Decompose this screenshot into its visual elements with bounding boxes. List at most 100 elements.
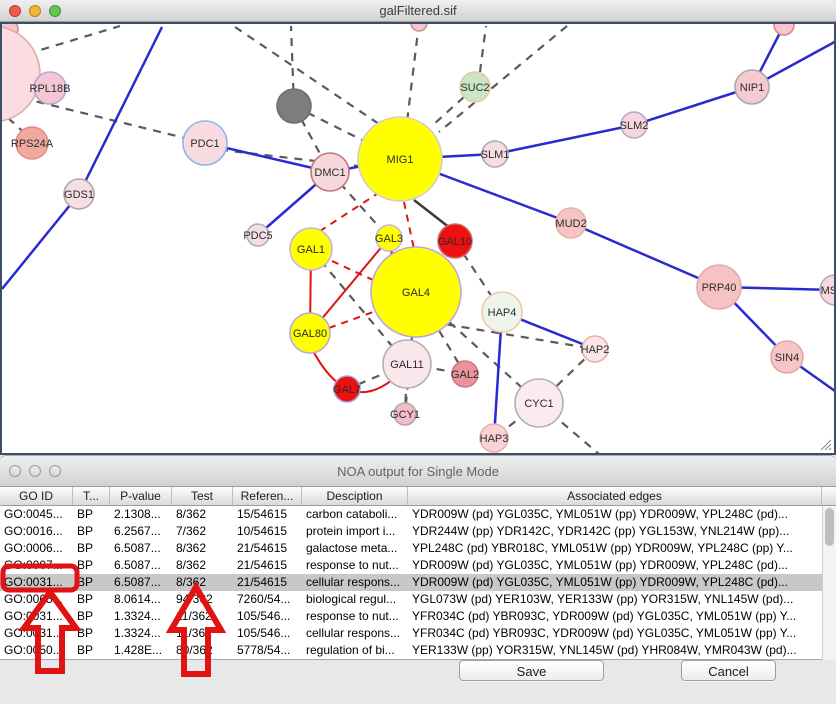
zoom-button[interactable] bbox=[49, 465, 61, 477]
table-row[interactable]: GO:0031...BP1.3324...11/362105/546...res… bbox=[0, 608, 822, 625]
table-row[interactable]: GO:0065...BP8.0614...94/3627260/54...bio… bbox=[0, 591, 822, 608]
table-row[interactable]: GO:0031...BP6.5087...8/36221/54615cellul… bbox=[0, 574, 822, 591]
cancel-button[interactable]: Cancel bbox=[681, 660, 776, 681]
minimize-button[interactable] bbox=[29, 5, 41, 17]
table-cell: GO:0007... bbox=[0, 557, 73, 574]
table-cell: YER133W (pp) YOR315W, YNL145W (pd) YHR08… bbox=[408, 642, 822, 659]
table-cell: 8/362 bbox=[172, 574, 233, 591]
window-title: galFiltered.sif bbox=[379, 3, 456, 18]
table-cell: 105/546... bbox=[233, 608, 302, 625]
network-edge-blue[interactable] bbox=[495, 125, 634, 154]
table-cell: carbon cataboli... bbox=[302, 506, 408, 523]
column-header-t---[interactable]: T... bbox=[73, 487, 110, 505]
table-cell: GO:0031... bbox=[0, 625, 73, 642]
network-edge-blue[interactable] bbox=[634, 87, 752, 125]
network-edge-dash[interactable] bbox=[480, 26, 486, 72]
network-node-big-left[interactable] bbox=[2, 26, 40, 122]
table-cell: BP bbox=[73, 591, 110, 608]
column-header-p-value[interactable]: P-value bbox=[110, 487, 172, 505]
close-button[interactable] bbox=[9, 465, 21, 477]
table-cell: BP bbox=[73, 523, 110, 540]
network-node-gray-node[interactable] bbox=[277, 89, 311, 123]
table-cell: response to nut... bbox=[302, 608, 408, 625]
table-cell: 21/54615 bbox=[233, 574, 302, 591]
network-graph: RPL18BRPS24AGDS1PDC1DMC1MIG1PDC5GAL1GAL3… bbox=[2, 24, 834, 453]
network-node-label-MIG1: MIG1 bbox=[387, 154, 414, 166]
table-cell: 80/362 bbox=[172, 642, 233, 659]
network-node-label-DMC1: DMC1 bbox=[314, 167, 345, 179]
table-cell: 6.5087... bbox=[110, 574, 172, 591]
table-cell: galactose meta... bbox=[302, 540, 408, 557]
table-cell: YPL248C (pd) YBR018C, YML051W (pp) YDR00… bbox=[408, 540, 822, 557]
table-cell: 8/362 bbox=[172, 557, 233, 574]
table-cell: 21/54615 bbox=[233, 557, 302, 574]
table-row[interactable]: GO:0007...BP6.5087...8/36221/54615respon… bbox=[0, 557, 822, 574]
network-canvas[interactable]: RPL18BRPS24AGDS1PDC1DMC1MIG1PDC5GAL1GAL3… bbox=[0, 22, 836, 455]
table-cell: BP bbox=[73, 540, 110, 557]
table-cell: YDR009W (pd) YGL035C, YML051W (pp) YDR00… bbox=[408, 557, 822, 574]
network-node-label-HAP2: HAP2 bbox=[581, 344, 610, 356]
table-cell: YDR244W (pp) YDR142C, YDR142C (pp) YGL15… bbox=[408, 523, 822, 540]
table-cell: 8/362 bbox=[172, 506, 233, 523]
network-edge-blue[interactable] bbox=[79, 27, 162, 194]
network-node-cut-b[interactable] bbox=[774, 24, 794, 35]
column-header-referen---[interactable]: Referen... bbox=[233, 487, 302, 505]
minimize-button[interactable] bbox=[29, 465, 41, 477]
network-window-titlebar[interactable]: galFiltered.sif bbox=[0, 0, 836, 22]
table-cell: 105/546... bbox=[233, 625, 302, 642]
network-node-label-PDC5: PDC5 bbox=[243, 230, 272, 242]
close-button[interactable] bbox=[9, 5, 21, 17]
network-edge-black[interactable] bbox=[414, 200, 450, 228]
network-edge-reddash[interactable] bbox=[404, 202, 414, 249]
network-node-label-GAL1: GAL1 bbox=[297, 244, 325, 256]
table-cell: 5778/54... bbox=[233, 642, 302, 659]
noa-window-titlebar[interactable]: NOA output for Single Mode bbox=[0, 455, 836, 487]
network-node-label-MSL1: MSL1 bbox=[821, 285, 834, 297]
network-edge-blue[interactable] bbox=[2, 194, 79, 289]
table-cell: 1.428E... bbox=[110, 642, 172, 659]
table-cell: 1.3324... bbox=[110, 608, 172, 625]
network-node-label-GCY1: GCY1 bbox=[390, 409, 420, 421]
network-edge-dash[interactable] bbox=[407, 24, 419, 122]
network-node-label-RPL18B: RPL18B bbox=[30, 83, 71, 95]
table-cell: YDR009W (pd) YGL035C, YML051W (pp) YDR00… bbox=[408, 574, 822, 591]
column-header-desciption[interactable]: Desciption bbox=[302, 487, 408, 505]
table-row[interactable]: GO:0016...BP6.2567...7/36210/54615protei… bbox=[0, 523, 822, 540]
network-node-label-SLM2: SLM2 bbox=[620, 120, 649, 132]
save-button[interactable]: Save bbox=[459, 660, 604, 681]
table-cell: BP bbox=[73, 608, 110, 625]
table-cell: YFR034C (pd) YBR093C, YDR009W (pd) YGL03… bbox=[408, 625, 822, 642]
column-header-test[interactable]: Test bbox=[172, 487, 233, 505]
table-row[interactable]: GO:0045...BP2.1308...8/36215/54615carbon… bbox=[0, 506, 822, 523]
network-node-label-HAP3: HAP3 bbox=[480, 433, 509, 445]
zoom-button[interactable] bbox=[49, 5, 61, 17]
network-node-label-GAL4: GAL4 bbox=[402, 287, 430, 299]
network-edge-dash[interactable] bbox=[27, 26, 120, 54]
network-node-label-SUC2: SUC2 bbox=[460, 82, 489, 94]
network-node-label-GAL10: GAL10 bbox=[438, 236, 472, 248]
table-cell: GO:0016... bbox=[0, 523, 73, 540]
network-edge-dash[interactable] bbox=[439, 26, 567, 132]
table-cell: 94/362 bbox=[172, 591, 233, 608]
table-cell: 6.5087... bbox=[110, 557, 172, 574]
network-node-label-GAL80: GAL80 bbox=[293, 328, 327, 340]
column-header-go-id[interactable]: GO ID bbox=[0, 487, 73, 505]
scrollbar-thumb[interactable] bbox=[825, 508, 834, 546]
table-cell: BP bbox=[73, 506, 110, 523]
column-header-associated-edges[interactable]: Associated edges bbox=[408, 487, 822, 505]
table-cell: YFR034C (pd) YBR093C, YDR009W (pd) YGL03… bbox=[408, 608, 822, 625]
table-row[interactable]: GO:0031...BP1.3324...11/362105/546...cel… bbox=[0, 625, 822, 642]
table-row[interactable]: GO:0050...BP1.428E...80/3625778/54...reg… bbox=[0, 642, 822, 659]
table-row[interactable]: GO:0006...BP6.5087...8/36221/54615galact… bbox=[0, 540, 822, 557]
network-edge-reddash[interactable] bbox=[317, 192, 380, 233]
network-edge-blue[interactable] bbox=[571, 223, 719, 287]
table-body: GO:0045...BP2.1308...8/36215/54615carbon… bbox=[0, 506, 822, 660]
resize-grip-icon[interactable] bbox=[820, 439, 832, 451]
table-cell: 8/362 bbox=[172, 540, 233, 557]
table-cell: 6.2567... bbox=[110, 523, 172, 540]
network-node-cut-c[interactable] bbox=[411, 24, 427, 31]
network-node-label-SIN4: SIN4 bbox=[775, 352, 799, 364]
table-cell: 11/362 bbox=[172, 608, 233, 625]
vertical-scrollbar[interactable] bbox=[822, 506, 836, 660]
network-node-label-SLM1: SLM1 bbox=[481, 149, 510, 161]
